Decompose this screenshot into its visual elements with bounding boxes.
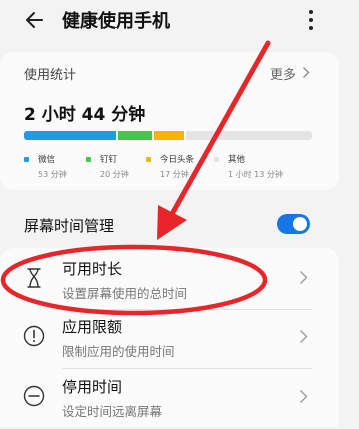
usage-bar bbox=[24, 131, 312, 140]
alert-circle-icon bbox=[23, 325, 45, 347]
legend-app-time: 20 分钟 bbox=[100, 170, 129, 179]
legend-app-name: 今日头条 bbox=[160, 155, 195, 165]
annotation-arrow-head bbox=[157, 205, 187, 240]
row-subtitle: 设定时间远离屏幕 bbox=[62, 404, 163, 419]
divider bbox=[62, 368, 312, 369]
legend-app-name: 其他 bbox=[228, 155, 246, 165]
screen-time-toggle[interactable] bbox=[277, 214, 310, 234]
legend-dot bbox=[214, 157, 219, 162]
legend-app-time: 1 小时 13 分钟 bbox=[228, 170, 283, 179]
divider bbox=[62, 309, 312, 310]
row-app-limits[interactable]: 应用限额 限制应用的使用时间 bbox=[0, 312, 339, 370]
legend-dot bbox=[86, 157, 91, 162]
toggle-knob bbox=[293, 217, 307, 231]
more-vertical-icon[interactable] bbox=[303, 6, 319, 34]
legend-dot bbox=[146, 157, 151, 162]
row-subtitle: 设置屏幕使用的总时间 bbox=[62, 286, 188, 301]
top-bar: 健康使用手机 bbox=[0, 0, 359, 40]
legend-app-name: 微信 bbox=[38, 155, 56, 165]
row-title: 停用时间 bbox=[62, 378, 123, 396]
usage-bar-segment bbox=[117, 131, 153, 140]
section-title-screen-time: 屏幕时间管理 bbox=[24, 217, 115, 235]
row-title: 应用限额 bbox=[62, 318, 123, 336]
usage-stats-label: 使用统计 bbox=[24, 68, 77, 83]
row-available-time[interactable]: 可用时长 设置屏幕使用的总时间 bbox=[0, 254, 339, 312]
chevron-right-icon bbox=[300, 271, 308, 284]
row-title: 可用时长 bbox=[62, 260, 123, 278]
legend-app-time: 53 分钟 bbox=[38, 170, 67, 179]
usage-bar-segment bbox=[24, 131, 116, 140]
more-link[interactable]: 更多 bbox=[270, 64, 296, 83]
legend-dot bbox=[24, 157, 29, 162]
row-subtitle: 限制应用的使用时间 bbox=[62, 344, 175, 359]
arrow-left-icon[interactable] bbox=[22, 6, 50, 34]
usage-bar-segment bbox=[185, 131, 312, 140]
chevron-right-icon[interactable] bbox=[302, 66, 310, 79]
hourglass-icon bbox=[27, 268, 41, 288]
page-title: 健康使用手机 bbox=[62, 11, 170, 32]
usage-bar-segment bbox=[154, 131, 184, 140]
row-downtime[interactable]: 停用时间 设定时间远离屏幕 bbox=[0, 371, 339, 429]
chevron-right-icon bbox=[300, 390, 308, 403]
minus-circle-icon bbox=[23, 385, 45, 407]
legend-app-time: 17 分钟 bbox=[160, 170, 189, 179]
total-usage-time: 2 小时 44 分钟 bbox=[24, 105, 146, 125]
chevron-right-icon bbox=[300, 330, 308, 343]
legend-app-name: 钉钉 bbox=[100, 155, 118, 165]
